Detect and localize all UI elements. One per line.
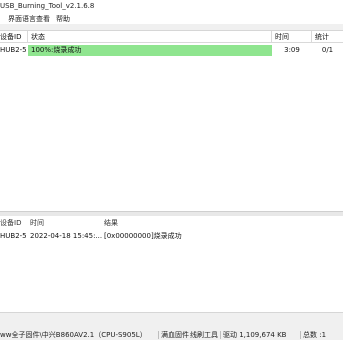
window-title: USB_Burning_Tool_v2.1.6.8 [0, 2, 95, 10]
count-cell: 0/1 [321, 46, 334, 54]
status-tool-name: 线刷工具 [190, 331, 218, 339]
title-bar: USB_Burning_Tool_v2.1.6.8 [0, 0, 343, 12]
log-header-result[interactable]: 结果 [104, 218, 118, 228]
menu-bar: 界面语言 查看 帮助 [0, 12, 343, 24]
status-separator [300, 331, 301, 339]
log-header-device-id[interactable]: 设备ID [0, 218, 21, 228]
col-header-time[interactable]: 时间 [272, 31, 312, 43]
menu-help[interactable]: 帮助 [56, 14, 70, 24]
table-row[interactable]: HUB2-5 100%:烧录成功 3:09 0/1 [0, 44, 343, 57]
menu-language[interactable]: 界面语言 [8, 14, 36, 24]
device-list[interactable]: 设备ID 状态 时间 统计 HUB2-5 100%:烧录成功 3:09 0/1 [0, 31, 343, 211]
col-header-status[interactable]: 状态 [28, 31, 272, 43]
status-size: 驱动 1,109,674 KB [223, 331, 287, 339]
col-header-count[interactable]: 统计 [312, 31, 343, 43]
status-total: 总数 :1 [303, 331, 327, 339]
bottom-gap [0, 312, 343, 331]
log-header-time[interactable]: 时间 [30, 218, 44, 228]
time-cell: 3:09 [284, 46, 300, 54]
log-time: 2022-04-18 15:45:... [30, 232, 103, 240]
status-firmware-type: 满血固件 [161, 331, 189, 339]
status-separator [158, 331, 159, 339]
log-device-id: HUB2-5 [0, 232, 27, 240]
log-result: [0x00000000]烧录成功 [104, 232, 182, 240]
log-list[interactable]: 设备ID 时间 结果 HUB2-5 2022-04-18 15:45:... [… [0, 216, 343, 312]
status-bar: ww全子固件\中兴B860AV2.1（CPU-S905L） 满血固件 线刷工具 … [0, 330, 343, 340]
status-text: 100%:烧录成功 [31, 46, 82, 54]
toolbar-gap [0, 24, 343, 31]
menu-view[interactable]: 查看 [36, 14, 50, 24]
device-id-cell: HUB2-5 [0, 46, 27, 54]
status-separator [220, 331, 221, 339]
status-firmware-path: ww全子固件\中兴B860AV2.1（CPU-S905L） [0, 331, 147, 339]
col-header-device-id[interactable]: 设备ID [0, 31, 28, 43]
status-cell: 100%:烧录成功 [28, 44, 272, 57]
